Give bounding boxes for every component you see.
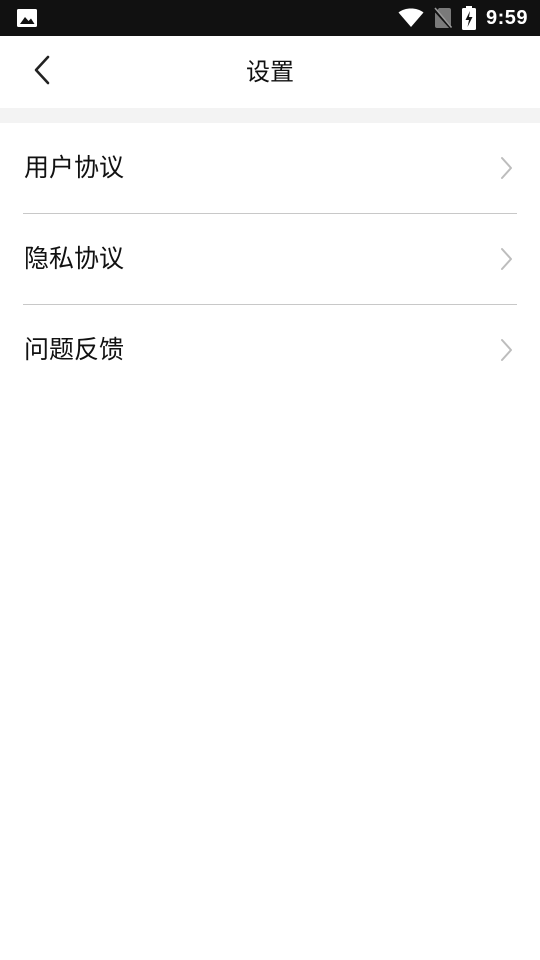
wifi-icon bbox=[398, 8, 424, 28]
battery-charging-icon bbox=[461, 6, 476, 30]
status-bar: 9:59 bbox=[0, 0, 540, 36]
menu-item-privacy-agreement[interactable]: 隐私协议 bbox=[23, 214, 517, 305]
menu-item-label: 用户协议 bbox=[24, 153, 125, 182]
settings-list: 用户协议 隐私协议 问题反馈 bbox=[0, 123, 540, 395]
back-button[interactable] bbox=[20, 50, 64, 94]
status-time: 9:59 bbox=[485, 6, 528, 29]
chevron-right-icon bbox=[499, 247, 513, 271]
menu-item-feedback[interactable]: 问题反馈 bbox=[23, 305, 517, 395]
menu-item-user-agreement[interactable]: 用户协议 bbox=[23, 123, 517, 214]
chevron-left-icon bbox=[32, 55, 52, 89]
menu-item-label: 问题反馈 bbox=[24, 335, 125, 364]
status-icons: 9:59 bbox=[398, 0, 528, 36]
chevron-right-icon bbox=[499, 156, 513, 180]
page-title: 设置 bbox=[246, 58, 294, 86]
app-bar: 设置 bbox=[0, 36, 540, 108]
no-sim-icon bbox=[433, 7, 452, 29]
section-divider bbox=[0, 108, 540, 123]
chevron-right-icon bbox=[499, 338, 513, 362]
image-icon bbox=[16, 8, 38, 28]
menu-item-label: 隐私协议 bbox=[24, 244, 125, 273]
